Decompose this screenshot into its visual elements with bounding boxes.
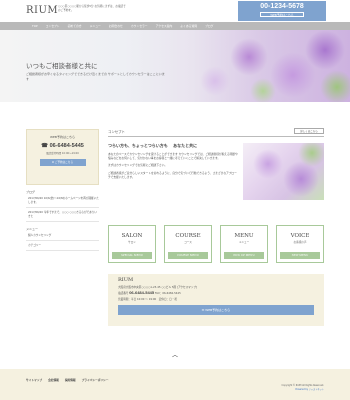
- concept-headline: つらい方も、ちょっとつらい方も あなたと共に: [108, 143, 198, 148]
- footer-copyright-block: Copyright © RIUM All Rights Reserved. Po…: [282, 384, 325, 391]
- concept-more-button[interactable]: 詳しくはこちら: [294, 128, 324, 134]
- card-course[interactable]: COURSE コース COURSE MENU: [164, 225, 212, 263]
- sidebar-reserve-button[interactable]: ✉ ご予約はこちら: [39, 159, 86, 166]
- nav-item-counselor[interactable]: カウンセラー: [127, 22, 152, 30]
- concept-paragraph: ご相談者様がご自分らしいスタートを切れるように、自分で気づいて行動できるよう、さ…: [108, 170, 237, 179]
- site-footer: サイトマップ 会社情報 採用情報 プライバシーポリシー Copyright © …: [0, 369, 350, 400]
- card-subtitle: お客様の声: [293, 241, 307, 244]
- footer-company-name: RIUM: [118, 277, 134, 283]
- scroll-to-top-button[interactable]: ︿: [169, 352, 181, 360]
- header-phone-box: 00-1234-5678 WEB予約はこちら: [238, 1, 326, 21]
- footer-hours: 営業時間：平日 10:00 〜 19:00 定休日：日・祝: [118, 298, 177, 301]
- footer-address: 大阪府大阪市中央区○○○○1-23-45 ○○ビル 5階 [アクセスマップ]: [118, 286, 197, 289]
- footer-link-sitemap[interactable]: サイトマップ: [26, 378, 42, 382]
- nav-item-top[interactable]: TOP: [28, 22, 42, 30]
- footer-tel-row: 電話番号 06-6484-5445 FAX：06-6484-5445: [118, 290, 181, 295]
- nav-item-faq[interactable]: よくある質問: [176, 22, 201, 30]
- card-title: SALON: [121, 233, 143, 239]
- global-nav: TOP コンセプト 初めての方 メニュー お問合わせ カウンセラー アクセス案内…: [0, 22, 350, 30]
- footer-link-privacy[interactable]: プライバシーポリシー: [82, 378, 109, 382]
- concept-paragraph: あなたのペースでカウンセリングを受けることができます カウンセリングでは、ご相談…: [108, 152, 238, 161]
- hero-title: いつもご相談者様と共に: [26, 62, 98, 70]
- menu-cards: SALON サロン SPECIAL MENU COURSE コース COURSE…: [108, 225, 324, 263]
- sidebar-phone-text: 06-6484-5445: [49, 143, 84, 149]
- footer-web-reserve-button[interactable]: ✉ WEB予約はこちら: [118, 305, 314, 315]
- concept-header: コンセプト 詳しくはこちら: [108, 128, 324, 137]
- sidebar-menu-item[interactable]: 個人カウンセリング: [26, 234, 99, 241]
- footer-nav: サイトマップ 会社情報 採用情報 プライバシーポリシー: [26, 378, 108, 382]
- card-subtitle: メニュー: [238, 241, 250, 244]
- card-voice[interactable]: VOICE お客様の声 NEW MENU: [276, 225, 324, 263]
- nav-item-first-time[interactable]: 初めての方: [64, 22, 86, 30]
- header-web-reserve-button[interactable]: WEB予約はこちら: [260, 12, 304, 17]
- concept-paragraph: まずはカウンセリングでお気軽にご相談下さい。: [108, 163, 168, 168]
- nav-item-contact[interactable]: お問合わせ: [105, 22, 127, 30]
- footer-tel-label: 電話番号: [118, 292, 129, 295]
- footer-powered-link[interactable]: Powered by ジャストネット: [295, 388, 324, 391]
- footer-tel-number[interactable]: 06-6484-5445: [129, 290, 154, 295]
- footer-link-recruit[interactable]: 採用情報: [65, 378, 76, 382]
- nav-item-concept[interactable]: コンセプト: [42, 22, 64, 30]
- sidebar-reserve-box: WEB予約はこちら ☎ 06-6484-5445 電話受付時間 10:00〜19…: [26, 129, 99, 185]
- site-tagline: ○○○区○○○○駅から徒歩5分 お気軽にまずは、お電話でのご予約を。: [58, 5, 126, 12]
- sidebar-phone-number[interactable]: ☎ 06-6484-5445: [27, 143, 98, 149]
- site-header: RIUM ○○○区○○○○駅から徒歩5分 お気軽にまずは、お電話でのご予約を。 …: [0, 0, 350, 22]
- card-subtitle: コース: [184, 241, 192, 244]
- card-label: NEW MENU: [280, 252, 320, 259]
- sidebar-reserve-label: ご予約はこちら: [54, 161, 74, 164]
- footer-web-reserve-label: WEB予約はこちら: [205, 308, 231, 312]
- card-title: MENU: [234, 233, 254, 239]
- card-label: SPECIAL MENU: [112, 252, 152, 259]
- sidebar-blog-item[interactable]: 2017/06/20 10/6(金)〜10/8のホームページを再び開催いたします…: [26, 197, 99, 208]
- concept-body: つらい方も、ちょっとつらい方も あなたと共に あなたのペースでカウンセリングを受…: [108, 143, 324, 217]
- nav-item-menu[interactable]: メニュー: [86, 22, 105, 30]
- site-logo[interactable]: RIUM: [26, 5, 58, 16]
- card-label: COURSE MENU: [168, 252, 208, 259]
- card-title: COURSE: [175, 233, 201, 239]
- sidebar-blog-item[interactable]: 2017/06/20 今年ですまで、○○○ ○○○きる心がでありいきた: [26, 211, 99, 222]
- hero-description: ご相談者様がお辛くなるタイミングでできるだけ近くまでの サポートとしてカウンセラ…: [26, 72, 165, 81]
- sidebar-phone-hours: 電話受付時間 10:00〜19:00: [46, 152, 79, 155]
- card-label: PICK UP MENU: [224, 252, 264, 259]
- phone-icon: ☎: [41, 143, 50, 149]
- main-content: コンセプト 詳しくはこちら つらい方も、ちょっとつらい方も あなたと共に あなた…: [108, 128, 324, 263]
- card-menu[interactable]: MENU メニュー PICK UP MENU: [220, 225, 268, 263]
- sidebar-menu-heading: メニュー: [26, 227, 39, 231]
- footer-info-box: RIUM 大阪府大阪市中央区○○○○1-23-45 ○○ビル 5階 [アクセスマ…: [108, 274, 324, 326]
- nav-item-blog[interactable]: ブログ: [201, 22, 217, 30]
- concept-title: コンセプト: [108, 130, 125, 134]
- sidebar-menu-more[interactable]: カテゴリー: [26, 244, 99, 251]
- card-title: VOICE: [290, 233, 310, 239]
- footer-fax: FAX：06-6484-5445: [154, 292, 181, 295]
- card-subtitle: サロン: [128, 241, 136, 244]
- header-phone-number[interactable]: 00-1234-5678: [238, 3, 326, 10]
- footer-link-company[interactable]: 会社情報: [48, 378, 59, 382]
- concept-image: [243, 143, 324, 200]
- sidebar-reserve-title: WEB予約はこちら: [50, 135, 75, 139]
- card-salon[interactable]: SALON サロン SPECIAL MENU: [108, 225, 156, 263]
- sidebar-blog-heading: ブログ: [26, 190, 36, 194]
- nav-item-access[interactable]: アクセス案内: [152, 22, 177, 30]
- sidebar: WEB予約はこちら ☎ 06-6484-5445 電話受付時間 10:00〜19…: [26, 129, 99, 251]
